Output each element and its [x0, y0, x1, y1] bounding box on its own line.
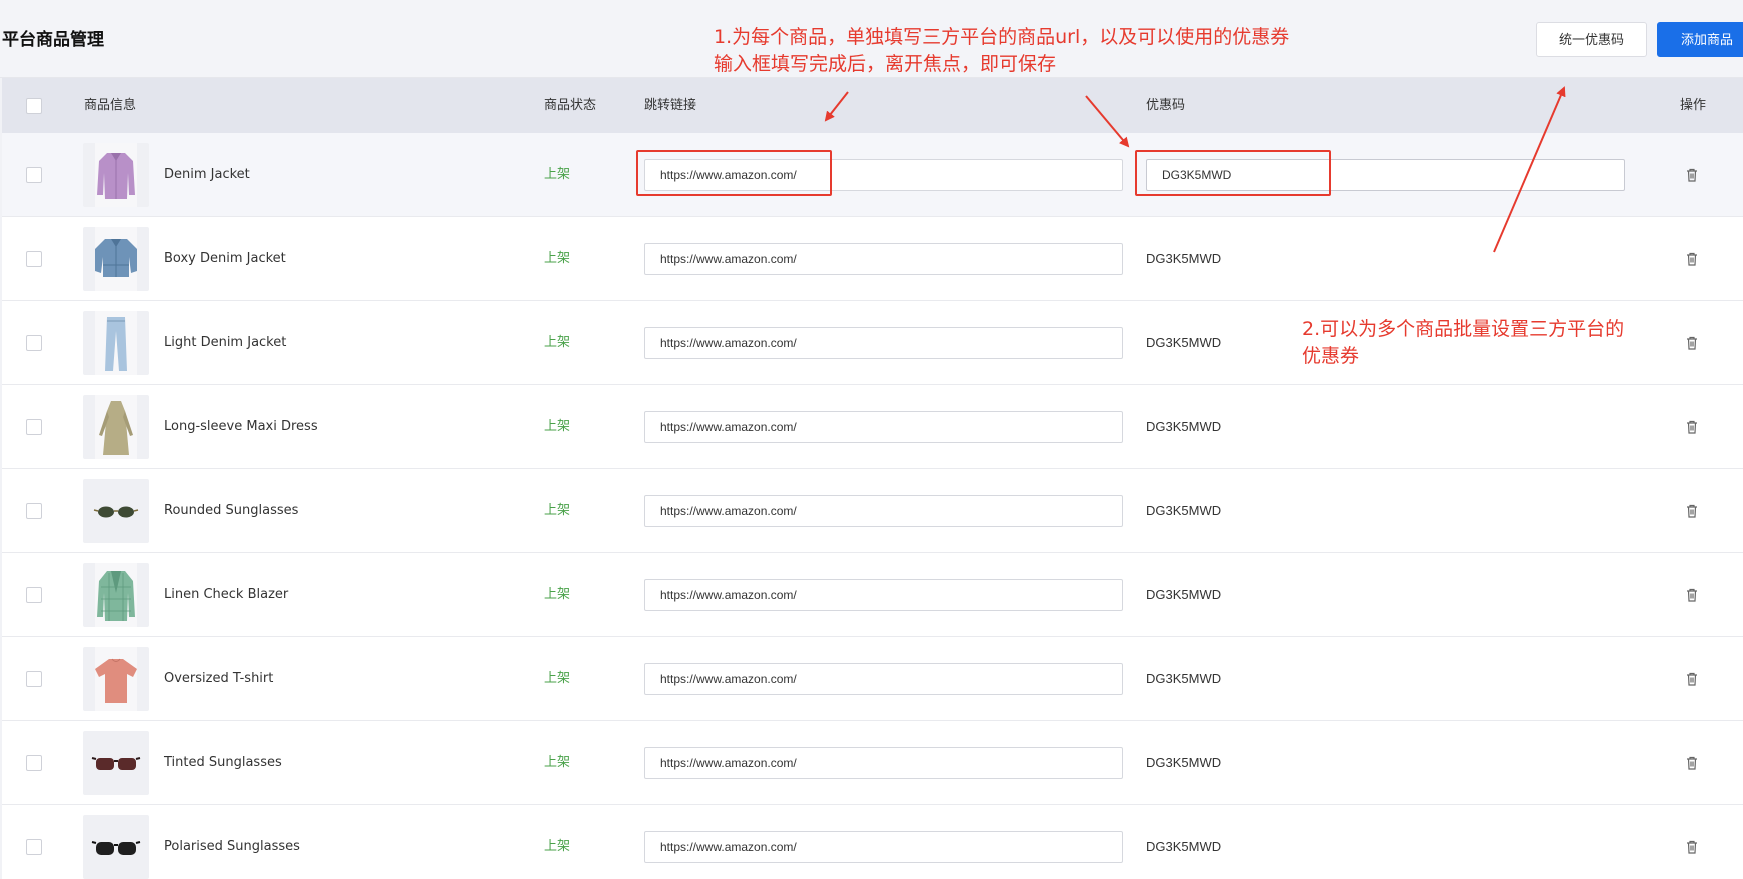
product-thumbnail: [83, 143, 149, 207]
coupon-code[interactable]: DG3K5MWD: [1146, 469, 1221, 553]
product-thumbnail: [83, 311, 149, 375]
product-thumbnail: [83, 815, 149, 879]
select-all-checkbox[interactable]: [26, 98, 42, 114]
status-badge: 上架: [544, 167, 571, 182]
product-name: Oversized T-shirt: [164, 671, 274, 686]
table-row: Tinted Sunglasses 上架 https://www.amazon.…: [2, 721, 1743, 805]
add-product-button[interactable]: 添加商品: [1657, 22, 1743, 57]
annotation-note-2-line-2: 优惠券: [1302, 345, 1360, 367]
trash-icon[interactable]: [1684, 251, 1700, 267]
product-name: Polarised Sunglasses: [164, 839, 300, 854]
status-badge: 上架: [544, 587, 571, 602]
product-thumbnail: [83, 647, 149, 711]
jump-link-input[interactable]: https://www.amazon.com/: [644, 243, 1123, 275]
table-row: Boxy Denim Jacket 上架 https://www.amazon.…: [2, 217, 1743, 301]
tinted-sunglasses-image: [91, 757, 141, 770]
coupon-code[interactable]: DG3K5MWD: [1146, 805, 1221, 879]
coupon-code[interactable]: DG3K5MWD: [1146, 217, 1221, 301]
column-coupon: 优惠码: [1146, 98, 1186, 113]
product-name: Long-sleeve Maxi Dress: [164, 419, 318, 434]
check-blazer-image: [95, 563, 137, 627]
status-badge: 上架: [544, 503, 571, 518]
product-thumbnail: [83, 395, 149, 459]
trash-icon[interactable]: [1684, 755, 1700, 771]
coupon-code[interactable]: DG3K5MWD: [1146, 637, 1221, 721]
annotation-note-1: 1.为每个商品，单独填写三方平台的商品url，以及可以使用的优惠券 输入框填写完…: [714, 24, 1354, 78]
status-badge: 上架: [544, 755, 571, 770]
column-status: 商品状态: [544, 98, 597, 113]
jump-link-input[interactable]: https://www.amazon.com/: [644, 411, 1123, 443]
jump-link-input[interactable]: https://www.amazon.com/: [644, 663, 1123, 695]
row-checkbox[interactable]: [26, 503, 42, 519]
unified-coupon-button[interactable]: 统一优惠码: [1536, 22, 1647, 57]
trash-icon[interactable]: [1684, 419, 1700, 435]
product-name: Denim Jacket: [164, 167, 250, 182]
rounded-sunglasses-image: [93, 506, 139, 518]
row-checkbox[interactable]: [26, 671, 42, 687]
product-table: 商品信息 商品状态 跳转链接 优惠码 操作 Denim Jacket 上架 ht…: [2, 78, 1743, 879]
product-thumbnail: [83, 227, 149, 291]
annotation-note-1-line-2: 输入框填写完成后，离开焦点，即可保存: [714, 53, 1057, 75]
table-row: Linen Check Blazer 上架 https://www.amazon…: [2, 553, 1743, 637]
tshirt-image: [95, 647, 137, 711]
trash-icon[interactable]: [1684, 335, 1700, 351]
coupon-code[interactable]: DG3K5MWD: [1146, 385, 1221, 469]
product-name: Linen Check Blazer: [164, 587, 289, 602]
jump-link-input[interactable]: https://www.amazon.com/: [644, 579, 1123, 611]
coupon-code[interactable]: DG3K5MWD: [1146, 721, 1221, 805]
table-row: Polarised Sunglasses 上架 https://www.amaz…: [2, 805, 1743, 879]
page: 平台商品管理 统一优惠码 添加商品 商品信息 商品状态 跳转链接 优惠码 操作: [0, 0, 1743, 879]
row-checkbox[interactable]: [26, 839, 42, 855]
annotation-note-2-line-1: 2.可以为多个商品批量设置三方平台的: [1302, 318, 1625, 340]
annotation-highlight-url: [636, 150, 832, 196]
status-badge: 上架: [544, 839, 571, 854]
maxi-dress-image: [95, 395, 137, 459]
table-row: Oversized T-shirt 上架 https://www.amazon.…: [2, 637, 1743, 721]
trash-icon[interactable]: [1684, 671, 1700, 687]
row-checkbox[interactable]: [26, 251, 42, 267]
table-header: 商品信息 商品状态 跳转链接 优惠码 操作: [2, 78, 1743, 133]
polarised-sunglasses-image: [91, 841, 141, 855]
denim-jacket-image: [95, 227, 137, 291]
product-thumbnail: [83, 563, 149, 627]
product-name: Boxy Denim Jacket: [164, 251, 286, 266]
product-name: Tinted Sunglasses: [164, 755, 282, 770]
light-jeans-image: [95, 311, 137, 375]
trash-icon[interactable]: [1684, 587, 1700, 603]
column-jump-link: 跳转链接: [644, 98, 697, 113]
product-name: Rounded Sunglasses: [164, 503, 299, 518]
status-badge: 上架: [544, 335, 571, 350]
trash-icon[interactable]: [1684, 839, 1700, 855]
row-checkbox[interactable]: [26, 419, 42, 435]
status-badge: 上架: [544, 671, 571, 686]
column-product-info: 商品信息: [84, 98, 137, 113]
annotation-highlight-coupon: [1135, 150, 1331, 196]
product-name: Light Denim Jacket: [164, 335, 287, 350]
jump-link-input[interactable]: https://www.amazon.com/: [644, 495, 1123, 527]
annotation-note-1-line-1: 1.为每个商品，单独填写三方平台的商品url，以及可以使用的优惠券: [714, 26, 1290, 48]
table-row: Long-sleeve Maxi Dress 上架 https://www.am…: [2, 385, 1743, 469]
column-actions: 操作: [1680, 98, 1707, 113]
coupon-code[interactable]: DG3K5MWD: [1146, 553, 1221, 637]
trash-icon[interactable]: [1684, 503, 1700, 519]
product-thumbnail: [83, 731, 149, 795]
product-thumbnail: [83, 479, 149, 543]
coupon-code[interactable]: DG3K5MWD: [1146, 301, 1221, 385]
purple-jacket-image: [95, 143, 137, 207]
table-row: Rounded Sunglasses 上架 https://www.amazon…: [2, 469, 1743, 553]
row-checkbox[interactable]: [26, 755, 42, 771]
row-checkbox[interactable]: [26, 335, 42, 351]
status-badge: 上架: [544, 419, 571, 434]
table-row: Denim Jacket 上架 https://www.amazon.com/ …: [2, 133, 1743, 217]
annotation-note-2: 2.可以为多个商品批量设置三方平台的 优惠券: [1302, 316, 1682, 370]
status-badge: 上架: [544, 251, 571, 266]
trash-icon[interactable]: [1684, 167, 1700, 183]
jump-link-input[interactable]: https://www.amazon.com/: [644, 747, 1123, 779]
row-checkbox[interactable]: [26, 587, 42, 603]
jump-link-input[interactable]: https://www.amazon.com/: [644, 831, 1123, 863]
jump-link-input[interactable]: https://www.amazon.com/: [644, 327, 1123, 359]
row-checkbox[interactable]: [26, 167, 42, 183]
page-title: 平台商品管理: [2, 30, 104, 50]
